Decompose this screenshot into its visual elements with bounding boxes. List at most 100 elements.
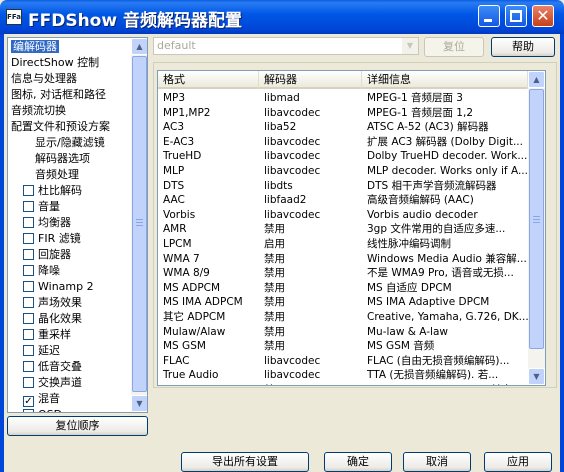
table-row[interactable]: DTS libdts DTS 相干声学音频流解码器 [158, 179, 528, 194]
tree-item[interactable]: 低音交叠 [9, 359, 131, 375]
cell-decoder[interactable]: libmad [259, 91, 362, 106]
cell-decoder[interactable]: libavcodec [259, 164, 362, 179]
tree-item[interactable]: DirectShow 控制 [9, 55, 131, 71]
app-icon[interactable]: FFa [6, 9, 22, 25]
table-row[interactable]: MLP libavcodec MLP decoder. Works only if … [158, 164, 528, 179]
table-row[interactable]: TrueHD libavcodec Dolby TrueHD decoder. Wo… [158, 149, 528, 164]
tree-item[interactable]: FIR 滤镜 [9, 231, 131, 247]
minimize-button[interactable] [478, 5, 500, 27]
close-button[interactable]: ✕ [532, 5, 554, 27]
checkbox-icon[interactable] [23, 233, 34, 244]
export-settings-button[interactable]: 导出所有设置 [181, 452, 309, 472]
tree-scrollbar[interactable]: ▲ ▼ [131, 38, 147, 412]
cell-decoder[interactable]: 禁用 [259, 339, 362, 354]
scroll-thumb[interactable] [529, 89, 544, 349]
scroll-down-arrow-icon[interactable]: ▼ [131, 395, 147, 412]
tree-item[interactable]: 配置文件和预设方案 [9, 119, 131, 135]
help-button[interactable]: 帮助 [491, 37, 555, 57]
table-row[interactable]: AC3 liba52 ATSC A-52 (AC3) 解码器 [158, 120, 528, 135]
cell-decoder[interactable]: 禁用 [259, 325, 362, 340]
table-row[interactable]: MS GSM 禁用 MS GSM 音频 [158, 339, 528, 354]
checkbox-icon[interactable] [23, 329, 34, 340]
tree-item[interactable]: 降噪 [9, 263, 131, 279]
cell-decoder[interactable]: libavcodec [259, 354, 362, 369]
column-header-format[interactable]: 格式 [158, 71, 259, 89]
table-row[interactable]: E-AC3 libavcodec 扩展 AC3 解码器 (Dolby Digit..… [158, 135, 528, 150]
table-row[interactable]: MP1,MP2 libavcodec MPEG-1 音频层面 1,2 [158, 106, 528, 121]
codec-list-scrollbar[interactable]: ▲ ▼ [528, 71, 545, 385]
table-row[interactable]: Vorbis libavcodec Vorbis audio decoder [158, 208, 528, 223]
cell-decoder[interactable]: libfaad2 [259, 193, 362, 208]
tree-item[interactable]: 显示/隐藏滤镜 [9, 135, 131, 151]
checkbox-icon[interactable] [23, 281, 34, 292]
checkbox-icon[interactable] [23, 313, 34, 324]
cell-decoder[interactable]: libavcodec [259, 208, 362, 223]
checkbox-icon[interactable] [23, 345, 34, 356]
codec-list[interactable]: 格式 解码器 详细信息 MP3 libmad MPEG-1 音频层面 3 MP1,MP… [157, 70, 546, 386]
cell-decoder[interactable]: 禁用 [259, 310, 362, 325]
table-row[interactable]: AAC libfaad2 高级音频编解码 (AAC) [158, 193, 528, 208]
scroll-down-arrow-icon[interactable]: ▼ [528, 368, 545, 385]
tree-item[interactable]: ✓ 混音 [9, 391, 131, 407]
checkbox-icon[interactable] [23, 265, 34, 276]
table-row[interactable]: WMA 7 禁用 Windows Media Audio 兼容解... [158, 252, 528, 267]
cell-decoder[interactable]: libdts [259, 179, 362, 194]
table-row[interactable]: Mulaw/Alaw 禁用 Mu-law & A-law [158, 325, 528, 340]
title-bar[interactable]: FFa FFDShow 音频解码器配置 ✕ [0, 0, 564, 34]
table-row[interactable]: 其它 ADPCM 禁用 Creative, Yamaha, G.726, DK... [158, 310, 528, 325]
tree-item[interactable]: Winamp 2 [9, 279, 131, 295]
scroll-up-arrow-icon[interactable]: ▲ [131, 38, 147, 55]
cell-decoder[interactable]: libavcodec [259, 149, 362, 164]
table-row[interactable]: FLAC libavcodec FLAC (自由无损音频编解码)... [158, 354, 528, 369]
checkbox-icon[interactable] [23, 377, 34, 388]
ok-button[interactable]: 确定 [324, 452, 392, 472]
table-row[interactable]: WMA 8/9 禁用 不是 WMA9 Pro, 语音或无损... [158, 266, 528, 281]
cell-decoder[interactable]: 禁用 [259, 295, 362, 310]
cell-decoder[interactable]: libavcodec [259, 106, 362, 121]
table-row[interactable]: TrueSpeech禁用DSP Group TrueSpeech 兼容... [158, 383, 528, 385]
table-row[interactable]: MS ADPCM 禁用 MS 自适应 DPCM [158, 281, 528, 296]
maximize-button[interactable] [505, 5, 527, 27]
tree-item[interactable]: 图标, 对话框和路径 [9, 87, 131, 103]
table-row[interactable]: MP3 libmad MPEG-1 音频层面 3 [158, 91, 528, 106]
checkbox-icon[interactable] [23, 249, 34, 260]
checkbox-icon[interactable] [23, 201, 34, 212]
column-header-details[interactable]: 详细信息 [362, 71, 528, 89]
cell-decoder[interactable]: libavcodec [259, 368, 362, 383]
checkbox-icon[interactable] [23, 409, 34, 412]
tree-item[interactable]: 回旋器 [9, 247, 131, 263]
tree-item[interactable]: 编解码器 [9, 39, 131, 55]
cancel-button[interactable]: 取消 [403, 452, 471, 472]
cell-decoder[interactable]: 禁用 [259, 281, 362, 296]
scroll-thumb[interactable] [132, 56, 147, 392]
tree-item[interactable]: 交换声道 [9, 375, 131, 391]
cell-decoder[interactable]: 启用 [259, 237, 362, 252]
cell-decoder[interactable]: 禁用 [259, 383, 362, 385]
scroll-up-arrow-icon[interactable]: ▲ [528, 71, 545, 88]
table-row[interactable]: True Audio libavcodec TTA (无损音频编解码). 若... [158, 368, 528, 383]
column-header-decoder[interactable]: 解码器 [259, 71, 362, 89]
tree-item[interactable]: 均衡器 [9, 215, 131, 231]
tree-item[interactable]: 晶化效果 [9, 311, 131, 327]
tree-item[interactable]: OSD [9, 407, 131, 412]
tree-item[interactable]: 延迟 [9, 343, 131, 359]
checkbox-checked-icon[interactable]: ✓ [23, 396, 34, 407]
tree-item[interactable]: 音频处理 [9, 167, 131, 183]
apply-button[interactable]: 应用 [484, 452, 552, 472]
table-row[interactable]: AMR 禁用 3gp 文件常用的自适应多速... [158, 222, 528, 237]
table-row[interactable]: MS IMA ADPCM 禁用 MS IMA Adaptive DPCM [158, 295, 528, 310]
cell-decoder[interactable]: 禁用 [259, 252, 362, 267]
tree-item[interactable]: 声场效果 [9, 295, 131, 311]
settings-tree[interactable]: 编解码器 DirectShow 控制 信息与处理器 图标, 对话框和路径 音频流切换 配置… [7, 37, 148, 413]
table-row[interactable]: LPCM 启用 线性脉冲编码调制 [158, 237, 528, 252]
cell-decoder[interactable]: liba52 [259, 120, 362, 135]
checkbox-icon[interactable] [23, 361, 34, 372]
checkbox-icon[interactable] [23, 217, 34, 228]
tree-item[interactable]: 重采样 [9, 327, 131, 343]
checkbox-icon[interactable] [23, 297, 34, 308]
tree-item[interactable]: 信息与处理器 [9, 71, 131, 87]
reset-order-button[interactable]: 复位顺序 [7, 416, 148, 436]
cell-decoder[interactable]: 禁用 [259, 266, 362, 281]
checkbox-icon[interactable] [23, 185, 34, 196]
tree-item[interactable]: 杜比解码 [9, 183, 131, 199]
